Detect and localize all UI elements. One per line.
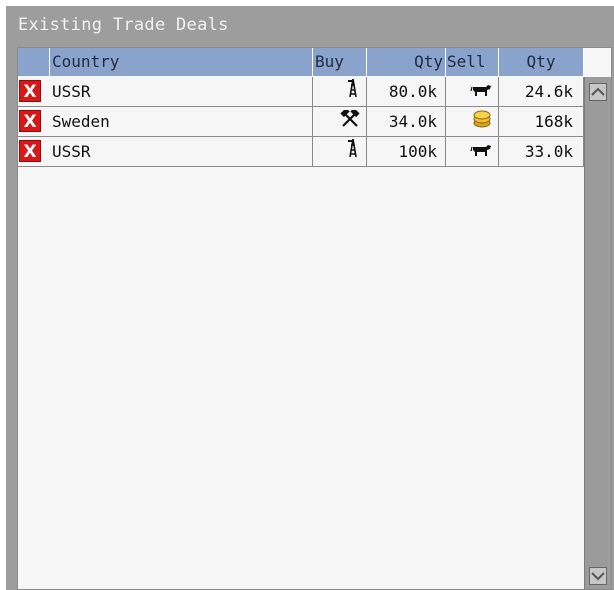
header-buy[interactable]: Buy — [313, 48, 367, 76]
buy-cell — [313, 77, 367, 106]
table-row[interactable]: X USSR 80.0k 24.6k — [18, 77, 584, 107]
header-sell[interactable]: Sell — [446, 48, 499, 76]
oil-derrick-icon — [346, 78, 360, 106]
oil-derrick-icon — [346, 138, 360, 166]
sell-cell — [446, 107, 499, 136]
cattle-icon — [470, 78, 492, 106]
header-delete-column — [18, 48, 50, 76]
gold-coins-icon — [472, 108, 492, 136]
chevron-up-icon — [591, 87, 605, 96]
buy-qty-cell: 100k — [367, 137, 446, 166]
header-sell-qty[interactable]: Qty — [499, 48, 584, 76]
header-country[interactable]: Country — [50, 48, 313, 76]
delete-deal-button[interactable]: X — [19, 80, 41, 102]
sell-qty-cell: 168k — [499, 107, 584, 136]
sell-cell — [446, 137, 499, 166]
sell-qty-cell: 33.0k — [499, 137, 584, 166]
scroll-down-button[interactable] — [589, 567, 607, 585]
panel-title: Existing Trade Deals — [18, 15, 229, 35]
scroll-track[interactable] — [585, 107, 611, 559]
table-row[interactable]: X Sweden 34.0k 168k — [18, 107, 584, 137]
delete-deal-button[interactable]: X — [19, 140, 41, 162]
table-header-row: Country Buy Qty Sell Qty — [18, 48, 584, 76]
crossed-hammers-icon — [340, 107, 360, 136]
chevron-down-icon — [591, 572, 605, 581]
trade-deals-panel: Existing Trade Deals Country Buy Qty Sel… — [6, 6, 614, 590]
buy-qty-cell: 80.0k — [367, 77, 446, 106]
country-cell: USSR — [50, 137, 313, 166]
cattle-icon — [470, 138, 492, 166]
table-row[interactable]: X USSR 100k 33.0k — [18, 137, 584, 167]
buy-cell — [313, 137, 367, 166]
scroll-up-button[interactable] — [589, 83, 607, 101]
vertical-scrollbar[interactable] — [584, 77, 611, 589]
country-cell: Sweden — [50, 107, 313, 136]
buy-qty-cell: 34.0k — [367, 107, 446, 136]
delete-deal-button[interactable]: X — [19, 110, 41, 132]
header-buy-qty[interactable]: Qty — [367, 48, 446, 76]
sell-cell — [446, 77, 499, 106]
country-cell: USSR — [50, 77, 313, 106]
table-body: X USSR 80.0k 24.6k X Sweden 34.0k 168k X… — [18, 77, 584, 167]
sell-qty-cell: 24.6k — [499, 77, 584, 106]
buy-cell — [313, 107, 367, 136]
trade-deals-table: Country Buy Qty Sell Qty X USSR 80.0k 24… — [17, 47, 612, 590]
